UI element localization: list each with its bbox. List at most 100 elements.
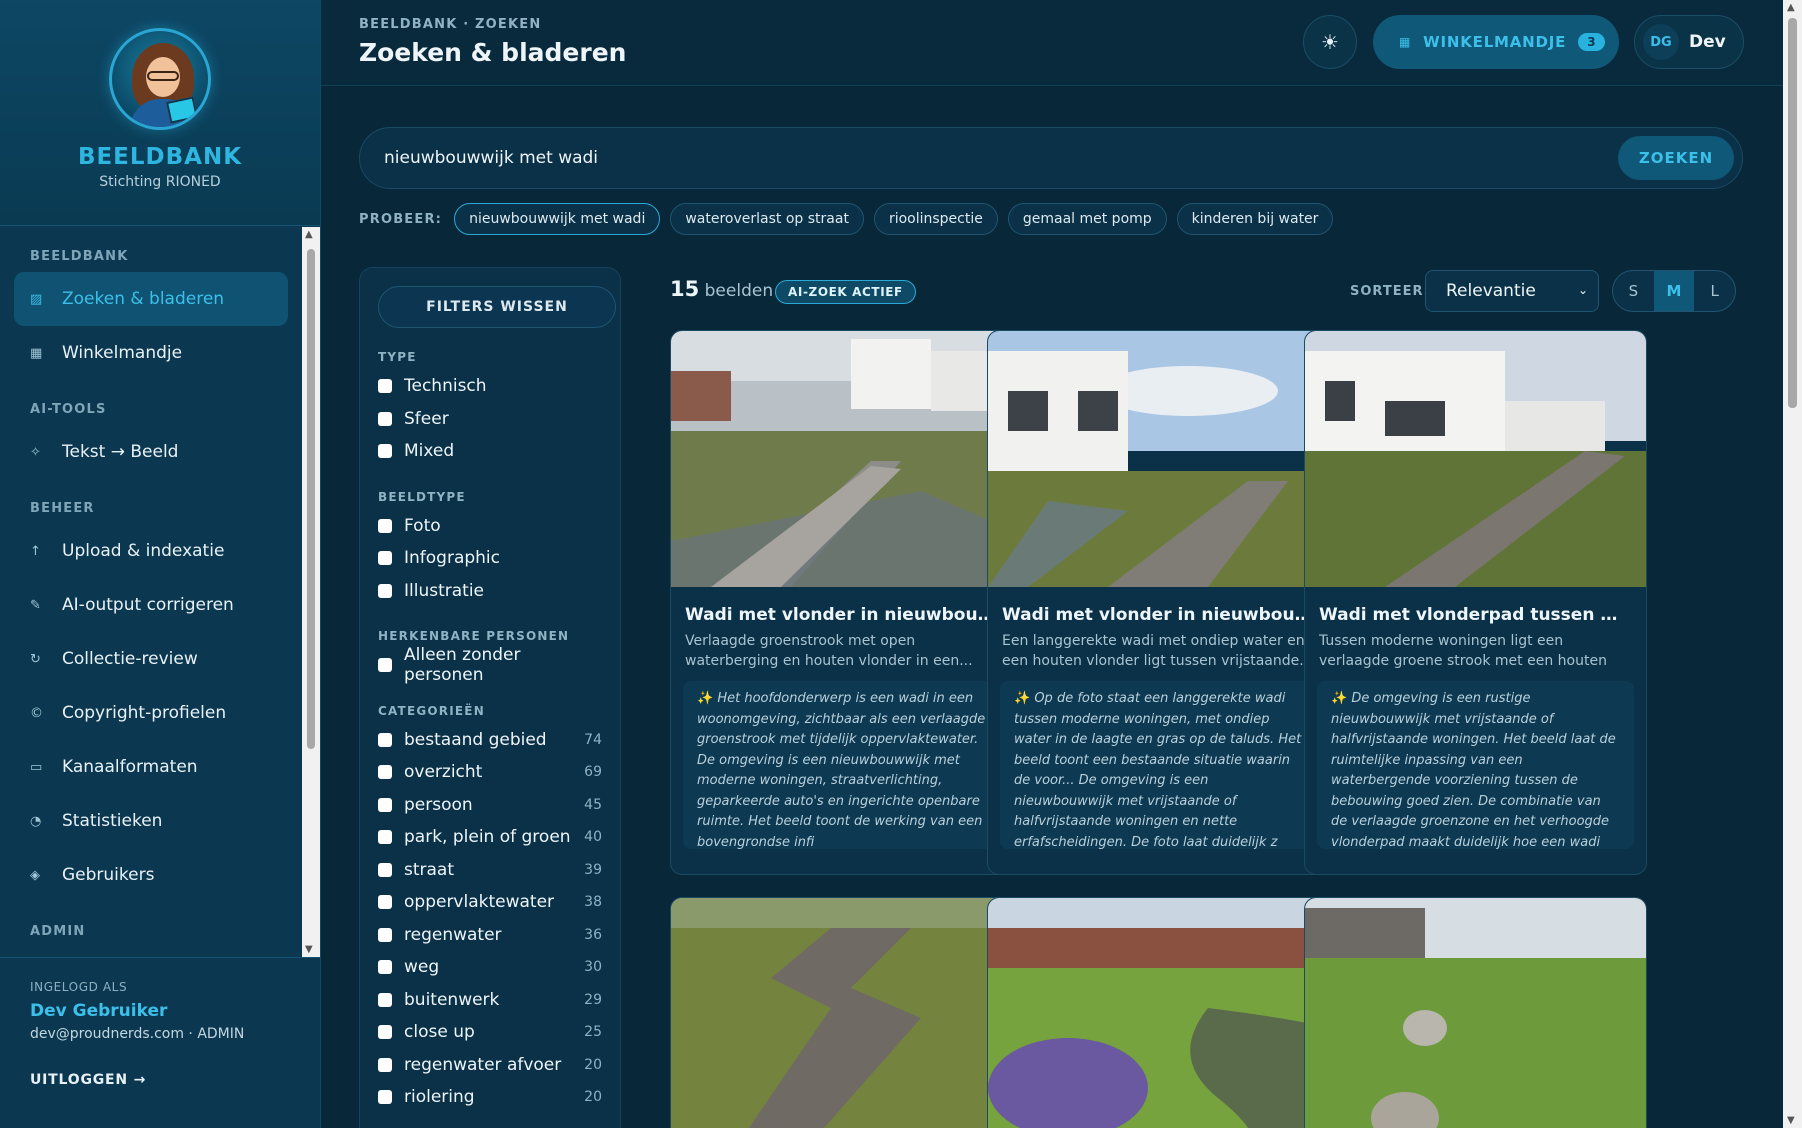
filter-option[interactable]: Mixed bbox=[378, 435, 602, 468]
nav-section-label: AI-TOOLS bbox=[30, 402, 107, 417]
clear-filters-button[interactable]: FILTERS WISSEN bbox=[378, 286, 616, 328]
filter-checkbox[interactable] bbox=[378, 1025, 392, 1040]
image-thumbnail[interactable] bbox=[671, 331, 1012, 587]
image-thumbnail[interactable] bbox=[988, 331, 1329, 587]
image-thumbnail[interactable] bbox=[988, 898, 1329, 1128]
theme-toggle-button[interactable]: ☀ bbox=[1303, 15, 1357, 69]
user-menu-button[interactable]: DG Dev bbox=[1634, 15, 1744, 69]
image-card[interactable]: Wadi met vlonderpad tussen woning... Tuss… bbox=[1304, 330, 1647, 875]
sidebar: BEELDBANK Stichting RIONED BEELDBANK ▨ Zoe… bbox=[0, 0, 321, 1128]
filter-option[interactable]: regenwater 36 bbox=[378, 919, 602, 952]
filter-checkbox[interactable] bbox=[378, 518, 392, 533]
sidebar-item-winkelmandje[interactable]: ▦ Winkelmandje bbox=[14, 326, 288, 380]
image-thumbnail[interactable] bbox=[671, 898, 1012, 1128]
filter-option[interactable]: bestaand gebied 74 bbox=[378, 724, 602, 757]
sidebar-item-copyright-profielen[interactable]: © Copyright-profielen bbox=[14, 686, 288, 740]
card-title: Wadi met vlonder in nieuwbouwwijk bbox=[685, 605, 1012, 625]
size-option-l[interactable]: L bbox=[1694, 271, 1735, 311]
filter-checkbox[interactable] bbox=[378, 927, 392, 942]
filter-checkbox[interactable] bbox=[378, 411, 392, 426]
filter-option[interactable]: Illustratie bbox=[378, 575, 602, 608]
image-card[interactable]: Wadi met vlonder in nieuwbouwwijk Verlaag… bbox=[670, 330, 1013, 875]
filter-checkbox[interactable] bbox=[378, 1090, 392, 1105]
sidebar-item-label: Upload & indexatie bbox=[62, 541, 225, 561]
filter-option[interactable]: park, plein of groen 40 bbox=[378, 821, 602, 854]
filter-option[interactable]: Technisch bbox=[378, 370, 602, 403]
logout-link[interactable]: UITLOGGEN → bbox=[30, 1072, 291, 1088]
suggestion-chip[interactable]: kinderen bij water bbox=[1176, 203, 1334, 235]
filter-option[interactable]: straat 39 bbox=[378, 854, 602, 887]
scrollbar-thumb[interactable] bbox=[1788, 18, 1797, 408]
scrollbar-thumb[interactable] bbox=[307, 249, 315, 749]
image-card[interactable] bbox=[987, 897, 1330, 1128]
mascot-avatar bbox=[109, 28, 211, 130]
search-input[interactable] bbox=[384, 128, 1484, 188]
page-scrollbar[interactable]: ▲ ▼ bbox=[1783, 0, 1802, 1128]
filter-option[interactable]: oppervlaktewater 38 bbox=[378, 886, 602, 919]
image-card[interactable] bbox=[1304, 897, 1647, 1128]
filter-option[interactable]: close up 25 bbox=[378, 1016, 602, 1049]
filter-option[interactable]: weg 30 bbox=[378, 951, 602, 984]
filter-checkbox[interactable] bbox=[378, 583, 392, 598]
sidebar-item-collectie-review[interactable]: ↻ Collectie-review bbox=[14, 632, 288, 686]
filter-option[interactable]: Sfeer bbox=[378, 403, 602, 436]
suggestion-chip[interactable]: rioolinspectie bbox=[873, 203, 998, 235]
filter-checkbox[interactable] bbox=[378, 862, 392, 877]
suggestion-chip[interactable]: gemaal met pomp bbox=[1007, 203, 1167, 235]
filter-option[interactable]: buitenwerk 29 bbox=[378, 984, 602, 1017]
sidebar-item-kanaalformaten[interactable]: ▭ Kanaalformaten bbox=[14, 740, 288, 794]
filter-option-count: 69 bbox=[584, 764, 602, 781]
sidebar-item-tekst-beeld[interactable]: ✧ Tekst → Beeld bbox=[14, 425, 288, 479]
filter-checkbox[interactable] bbox=[378, 797, 392, 812]
filter-option[interactable]: Infographic bbox=[378, 542, 602, 575]
filter-checkbox[interactable] bbox=[378, 765, 392, 780]
cart-button[interactable]: ▦ WINKELMANDJE 3 bbox=[1373, 15, 1619, 69]
result-count: 15 beelden bbox=[670, 277, 774, 301]
filter-option-label: buitenwerk bbox=[404, 989, 500, 1010]
filter-option[interactable]: Foto bbox=[378, 510, 602, 543]
sort-select[interactable]: Relevantie ⌄ bbox=[1425, 270, 1599, 312]
sidebar-item-zoeken-bladeren[interactable]: ▨ Zoeken & bladeren bbox=[14, 272, 288, 326]
filter-checkbox[interactable] bbox=[378, 732, 392, 747]
filter-option[interactable]: regenwater afvoer 20 bbox=[378, 1049, 602, 1082]
scroll-up-arrow-icon[interactable]: ▲ bbox=[305, 229, 313, 240]
image-card[interactable] bbox=[670, 897, 1013, 1128]
sidebar-item-gebruikers[interactable]: ◈ Gebruikers bbox=[14, 848, 288, 902]
search-button[interactable]: ZOEKEN bbox=[1618, 136, 1734, 180]
filter-checkbox[interactable] bbox=[378, 895, 392, 910]
scroll-down-arrow-icon[interactable]: ▼ bbox=[1787, 1115, 1795, 1126]
sidebar-item-ai-output-corrigeren[interactable]: ✎ AI-output corrigeren bbox=[14, 578, 288, 632]
card-description: Een langgerekte wadi met ondiep water en… bbox=[1002, 633, 1313, 669]
sidebar-item-upload-indexatie[interactable]: ↑ Upload & indexatie bbox=[14, 524, 288, 578]
filter-option-count: 38 bbox=[584, 894, 602, 911]
image-thumbnail[interactable] bbox=[1305, 331, 1646, 587]
filter-option[interactable]: overzicht 69 bbox=[378, 756, 602, 789]
suggestion-chip[interactable]: nieuwbouwwijk met wadi bbox=[454, 203, 661, 235]
image-thumbnail[interactable] bbox=[1305, 898, 1646, 1128]
size-option-s[interactable]: S bbox=[1613, 271, 1654, 311]
filter-option[interactable]: Alleen zonder personen bbox=[378, 645, 602, 685]
brand-block: BEELDBANK Stichting RIONED bbox=[0, 0, 320, 226]
filter-checkbox[interactable] bbox=[378, 444, 392, 459]
size-option-m[interactable]: M bbox=[1653, 271, 1695, 311]
sidebar-item-label: Copyright-profielen bbox=[62, 703, 227, 723]
filter-checkbox[interactable] bbox=[378, 992, 392, 1007]
suggestion-chip[interactable]: wateroverlast op straat bbox=[670, 203, 864, 235]
filter-checkbox[interactable] bbox=[378, 658, 392, 673]
scroll-up-arrow-icon[interactable]: ▲ bbox=[1787, 2, 1795, 13]
card-description: Verlaagde groenstrook met open waterberg… bbox=[685, 633, 973, 669]
sidebar-item-statistieken[interactable]: ◔ Statistieken bbox=[14, 794, 288, 848]
sidebar-item-label: Tekst → Beeld bbox=[62, 442, 179, 462]
filter-checkbox[interactable] bbox=[378, 960, 392, 975]
filter-section-label: HERKENBARE PERSONEN bbox=[378, 629, 570, 643]
filter-option[interactable]: riolering 20 bbox=[378, 1081, 602, 1114]
filter-checkbox[interactable] bbox=[378, 1057, 392, 1072]
filter-option[interactable]: persoon 45 bbox=[378, 789, 602, 822]
filter-checkbox[interactable] bbox=[378, 830, 392, 845]
scroll-down-arrow-icon[interactable]: ▼ bbox=[305, 944, 313, 955]
image-card[interactable]: Wadi met vlonder in nieuwbouwwijk Een lan… bbox=[987, 330, 1330, 875]
filter-checkbox[interactable] bbox=[378, 379, 392, 394]
sidebar-scrollbar[interactable]: ▲ ▼ bbox=[302, 227, 320, 957]
filter-checkbox[interactable] bbox=[378, 551, 392, 566]
filter-option-count: 36 bbox=[584, 926, 602, 943]
